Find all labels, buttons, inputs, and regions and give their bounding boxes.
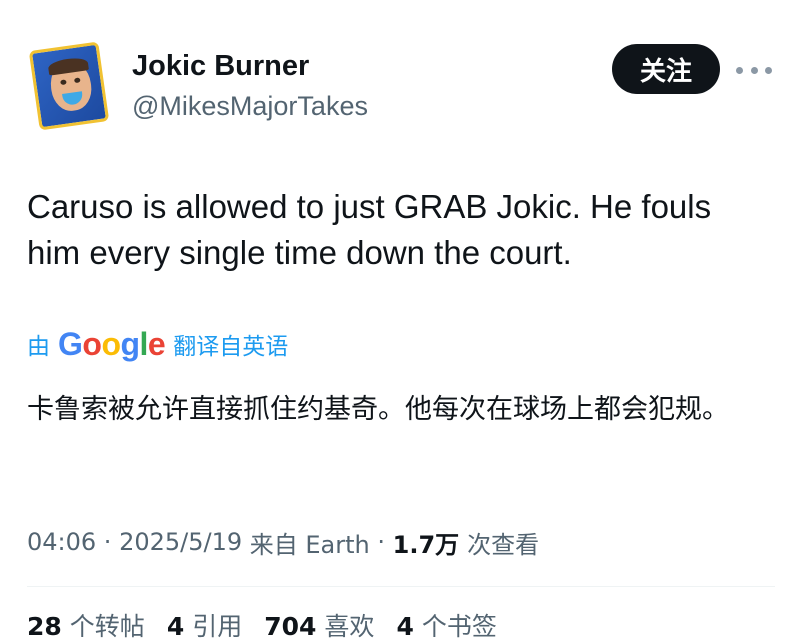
tweet-source: 来自 Earth	[242, 530, 370, 559]
stat-bookmarks[interactable]: 4 个书签	[396, 607, 496, 643]
translated-tweet-text: 卡鲁索被允许直接抓住约基奇。他每次在球场上都会犯规。	[27, 394, 729, 425]
stat-number: 28	[27, 612, 62, 641]
tweet-meta: 04:06 · 2025/5/19 来自 Earth · 1.7万 次查看	[27, 524, 539, 560]
tweet-date[interactable]: 2025/5/19	[119, 528, 242, 556]
author-display-name[interactable]: Jokic Burner	[132, 50, 309, 83]
dot	[765, 66, 772, 74]
stat-label: 个书签	[421, 612, 497, 641]
google-logo: Google	[58, 325, 166, 362]
view-count: 1.7万	[392, 530, 460, 559]
stat-label: 喜欢	[324, 612, 375, 641]
tweet-header: Jokic Burner @MikesMajorTakes 关注	[0, 0, 800, 150]
stat-likes[interactable]: 704 喜欢	[264, 607, 374, 643]
more-options-icon[interactable]	[736, 58, 772, 82]
engagement-stats: 28 个转帖 4 引用 704 喜欢 4 个书签	[27, 606, 519, 644]
stat-reposts[interactable]: 28 个转帖	[27, 607, 145, 643]
follow-button[interactable]: 关注	[612, 44, 720, 94]
translation-attribution[interactable]: 由 Google 翻译自英语	[27, 326, 288, 362]
dot	[750, 66, 758, 74]
tweet-time[interactable]: 04:06	[27, 528, 96, 556]
avatar[interactable]	[28, 41, 110, 131]
tweet-text: Caruso is allowed to just GRAB Jokic. He…	[27, 188, 712, 271]
meta-separator: ·	[369, 528, 393, 556]
dot	[736, 66, 743, 74]
stat-label: 个转帖	[69, 612, 145, 641]
stat-number: 4	[166, 612, 185, 641]
stat-number: 4	[396, 612, 414, 641]
translated-from-label: 翻译自英语	[173, 334, 289, 360]
view-count-label: 次查看	[467, 530, 540, 559]
author-handle[interactable]: @MikesMajorTakes	[132, 91, 368, 122]
translation-by-label: 由	[27, 334, 50, 360]
stat-quotes[interactable]: 4 引用	[167, 607, 242, 643]
stat-label: 引用	[192, 612, 243, 641]
divider	[27, 586, 775, 587]
meta-separator: ·	[96, 528, 120, 556]
stat-number: 704	[264, 612, 317, 641]
